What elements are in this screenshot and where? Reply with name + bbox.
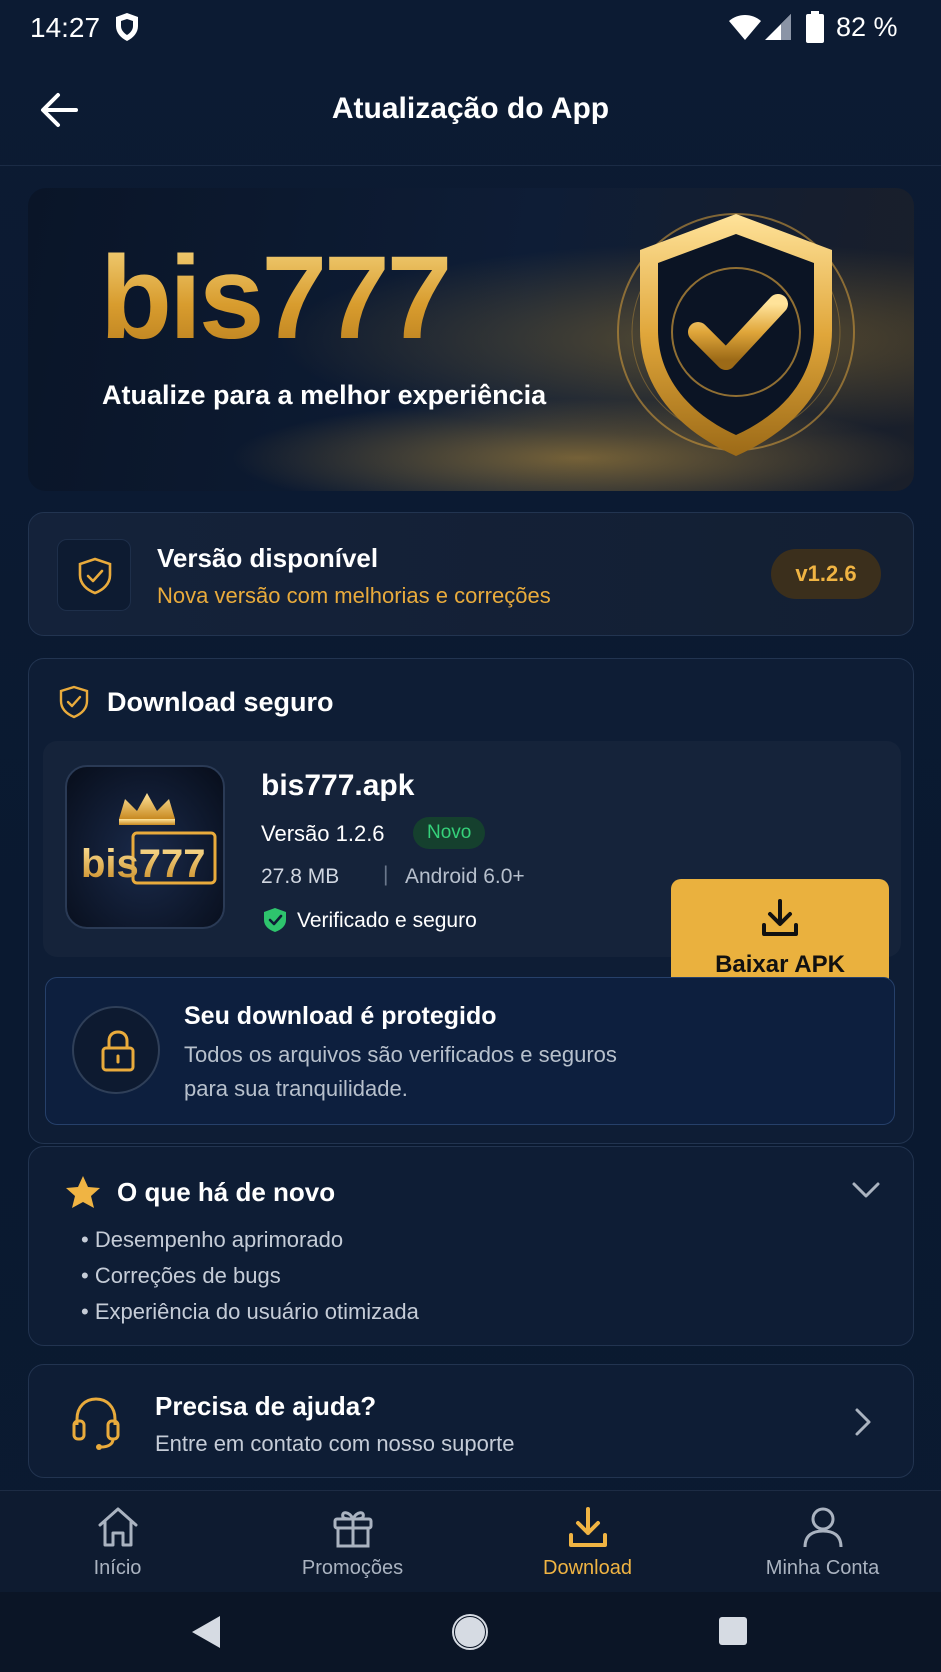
chevron-right-icon <box>855 1408 871 1436</box>
battery-percent: 82 % <box>836 12 898 42</box>
gift-icon <box>333 1511 373 1548</box>
protection-info-box: Seu download é protegido Todos os arquiv… <box>45 977 895 1125</box>
download-button-label: Baixar APK <box>715 951 845 978</box>
apk-size: 27.8 MB <box>261 865 340 888</box>
system-back-icon[interactable] <box>190 1614 222 1650</box>
nav-item-inicio[interactable]: Início <box>0 1491 235 1593</box>
whats-new-item: • Experiência do usuário otimizada <box>81 1299 419 1324</box>
nav-item-promocoes[interactable]: Promoções <box>235 1491 470 1593</box>
page-title: Atualização do App <box>331 92 610 125</box>
download-section-title: Download seguro <box>107 687 334 717</box>
new-badge: Novo <box>413 817 486 849</box>
hero-banner: bis777 Atualize para a melhor experiênci… <box>28 188 914 491</box>
signal-icon <box>765 14 791 40</box>
help-support-card[interactable]: Precisa de ajuda? Entre em contato com n… <box>28 1364 914 1478</box>
nav-label: Início <box>93 1557 142 1579</box>
meta-separator: | <box>383 863 389 886</box>
version-badge: v1.2.6 <box>771 549 881 599</box>
version-subtitle: Nova versão com melhorias e correções <box>157 583 551 608</box>
protection-title: Seu download é protegido <box>184 1002 497 1030</box>
shield-check-icon <box>617 213 855 456</box>
home-icon <box>98 1507 138 1547</box>
bottom-navigation: Início Promoções Download Minha Conta <box>0 1490 941 1592</box>
version-card: Versão disponível Nova versão com melhor… <box>28 512 914 636</box>
verified-text: Verificado e seguro <box>297 909 477 932</box>
version-icon-box <box>57 539 131 611</box>
android-requirement: Android 6.0+ <box>405 865 525 888</box>
help-title: Precisa de ajuda? <box>155 1391 377 1421</box>
battery-icon <box>806 11 824 43</box>
protection-text-line2: para sua tranquilidade. <box>184 1076 408 1101</box>
apk-version: Versão 1.2.6 <box>261 821 385 846</box>
system-navigation-bar <box>0 1592 941 1672</box>
hero-tagline: Atualize para a melhor experiência <box>102 380 547 410</box>
shield-icon <box>116 13 138 41</box>
app-logo-icon: bis777 <box>65 765 225 929</box>
nav-label-active: Download <box>543 1557 632 1579</box>
system-recents-icon[interactable] <box>718 1616 748 1646</box>
hero-brand-logo: bis777 <box>100 232 452 364</box>
status-time: 14:27 <box>30 12 101 43</box>
star-icon <box>66 1176 100 1208</box>
app-logo-text: bis777 <box>81 842 206 886</box>
system-home-icon[interactable] <box>452 1614 488 1650</box>
nav-item-download[interactable]: Download <box>470 1491 705 1593</box>
nav-item-minha-conta[interactable]: Minha Conta <box>705 1491 940 1593</box>
shield-check-icon <box>78 557 112 595</box>
protection-text-line1: Todos os arquivos são verificados e segu… <box>184 1042 617 1067</box>
status-bar: 14:27 82 % <box>0 0 941 56</box>
download-icon <box>762 899 798 936</box>
help-subtitle: Entre em contato com nosso suporte <box>155 1431 515 1456</box>
chevron-down-icon[interactable] <box>851 1179 881 1201</box>
whats-new-title: O que há de novo <box>117 1177 336 1207</box>
shield-check-icon <box>59 685 89 719</box>
headset-icon <box>72 1397 120 1450</box>
verified-shield-icon <box>264 908 286 932</box>
whats-new-card[interactable]: O que há de novo • Desempenho aprimorado… <box>28 1146 914 1346</box>
apk-file-name: bis777.apk <box>261 769 415 802</box>
download-icon <box>569 1507 607 1547</box>
nav-label: Promoções <box>301 1557 404 1579</box>
app-screen: 14:27 82 % Atualização do App bis777 Atu… <box>0 0 941 1672</box>
nav-label: Minha Conta <box>765 1557 880 1579</box>
version-title: Versão disponível <box>157 543 379 573</box>
user-icon <box>803 1507 843 1548</box>
whats-new-item: • Correções de bugs <box>81 1263 281 1288</box>
app-header: Atualização do App <box>0 56 941 166</box>
lock-icon <box>101 1030 135 1072</box>
lock-badge <box>72 1006 160 1094</box>
apk-info-panel: bis777 bis777.apk Versão 1.2.6 Novo 27.8… <box>43 741 901 1001</box>
wifi-icon <box>729 15 761 40</box>
download-card: Download seguro bis777 bis777.apk Versão… <box>28 658 914 1144</box>
whats-new-item: • Desempenho aprimorado <box>81 1227 344 1252</box>
